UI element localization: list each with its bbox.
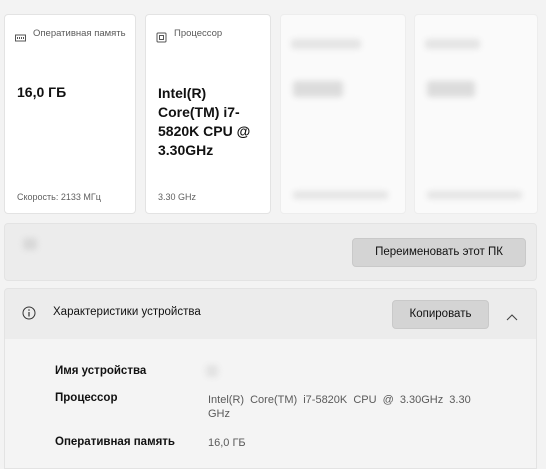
blurred-footer xyxy=(427,191,522,199)
device-specs-body: Имя устройства Процессор Intel(R) Core(T… xyxy=(4,339,537,469)
card-blurred-gpu xyxy=(280,14,406,214)
card-footer: Скорость: 2133 МГц xyxy=(17,192,101,202)
info-icon xyxy=(22,306,36,325)
spec-label-processor: Процессор xyxy=(55,392,118,404)
card-title: Оперативная память xyxy=(33,28,126,39)
device-specs-title: Характеристики устройства xyxy=(53,306,201,318)
spec-value-processor: Intel(R) Core(TM) i7-5820K CPU @ 3.30GHz… xyxy=(208,394,471,420)
card-ram: Оперативная память 16,0 ГБ Скорость: 213… xyxy=(4,14,136,214)
device-specs-header[interactable]: Характеристики устройства Копировать xyxy=(4,288,537,340)
processor-icon xyxy=(156,30,168,48)
blurred-device-name-value xyxy=(206,365,218,377)
blurred-value xyxy=(427,81,475,97)
spec-label-ram: Оперативная память xyxy=(55,436,175,448)
blurred-device-name xyxy=(23,238,37,250)
rename-pc-button[interactable]: Переименовать этот ПК xyxy=(352,238,526,267)
card-processor: Процессор Intel(R) Core(TM) i7-5820K CPU… xyxy=(145,14,271,214)
card-blurred-storage xyxy=(414,14,538,214)
card-value: Intel(R) Core(TM) i7-5820K CPU @ 3.30GHz xyxy=(158,85,251,158)
card-footer: 3.30 GHz xyxy=(158,192,197,202)
card-value: 16,0 ГБ xyxy=(17,84,67,100)
memory-icon xyxy=(15,30,27,48)
blurred-footer xyxy=(293,191,388,199)
card-title: Процессор xyxy=(174,28,223,39)
spec-value-ram: 16,0 ГБ xyxy=(208,437,246,449)
device-name-row: Переименовать этот ПК xyxy=(4,223,537,281)
blurred-title xyxy=(291,39,361,49)
copy-button[interactable]: Копировать xyxy=(392,300,489,329)
blurred-title xyxy=(425,39,480,49)
chevron-up-icon[interactable] xyxy=(506,308,518,326)
spec-label-device-name: Имя устройства xyxy=(55,365,147,377)
blurred-value xyxy=(293,81,343,97)
